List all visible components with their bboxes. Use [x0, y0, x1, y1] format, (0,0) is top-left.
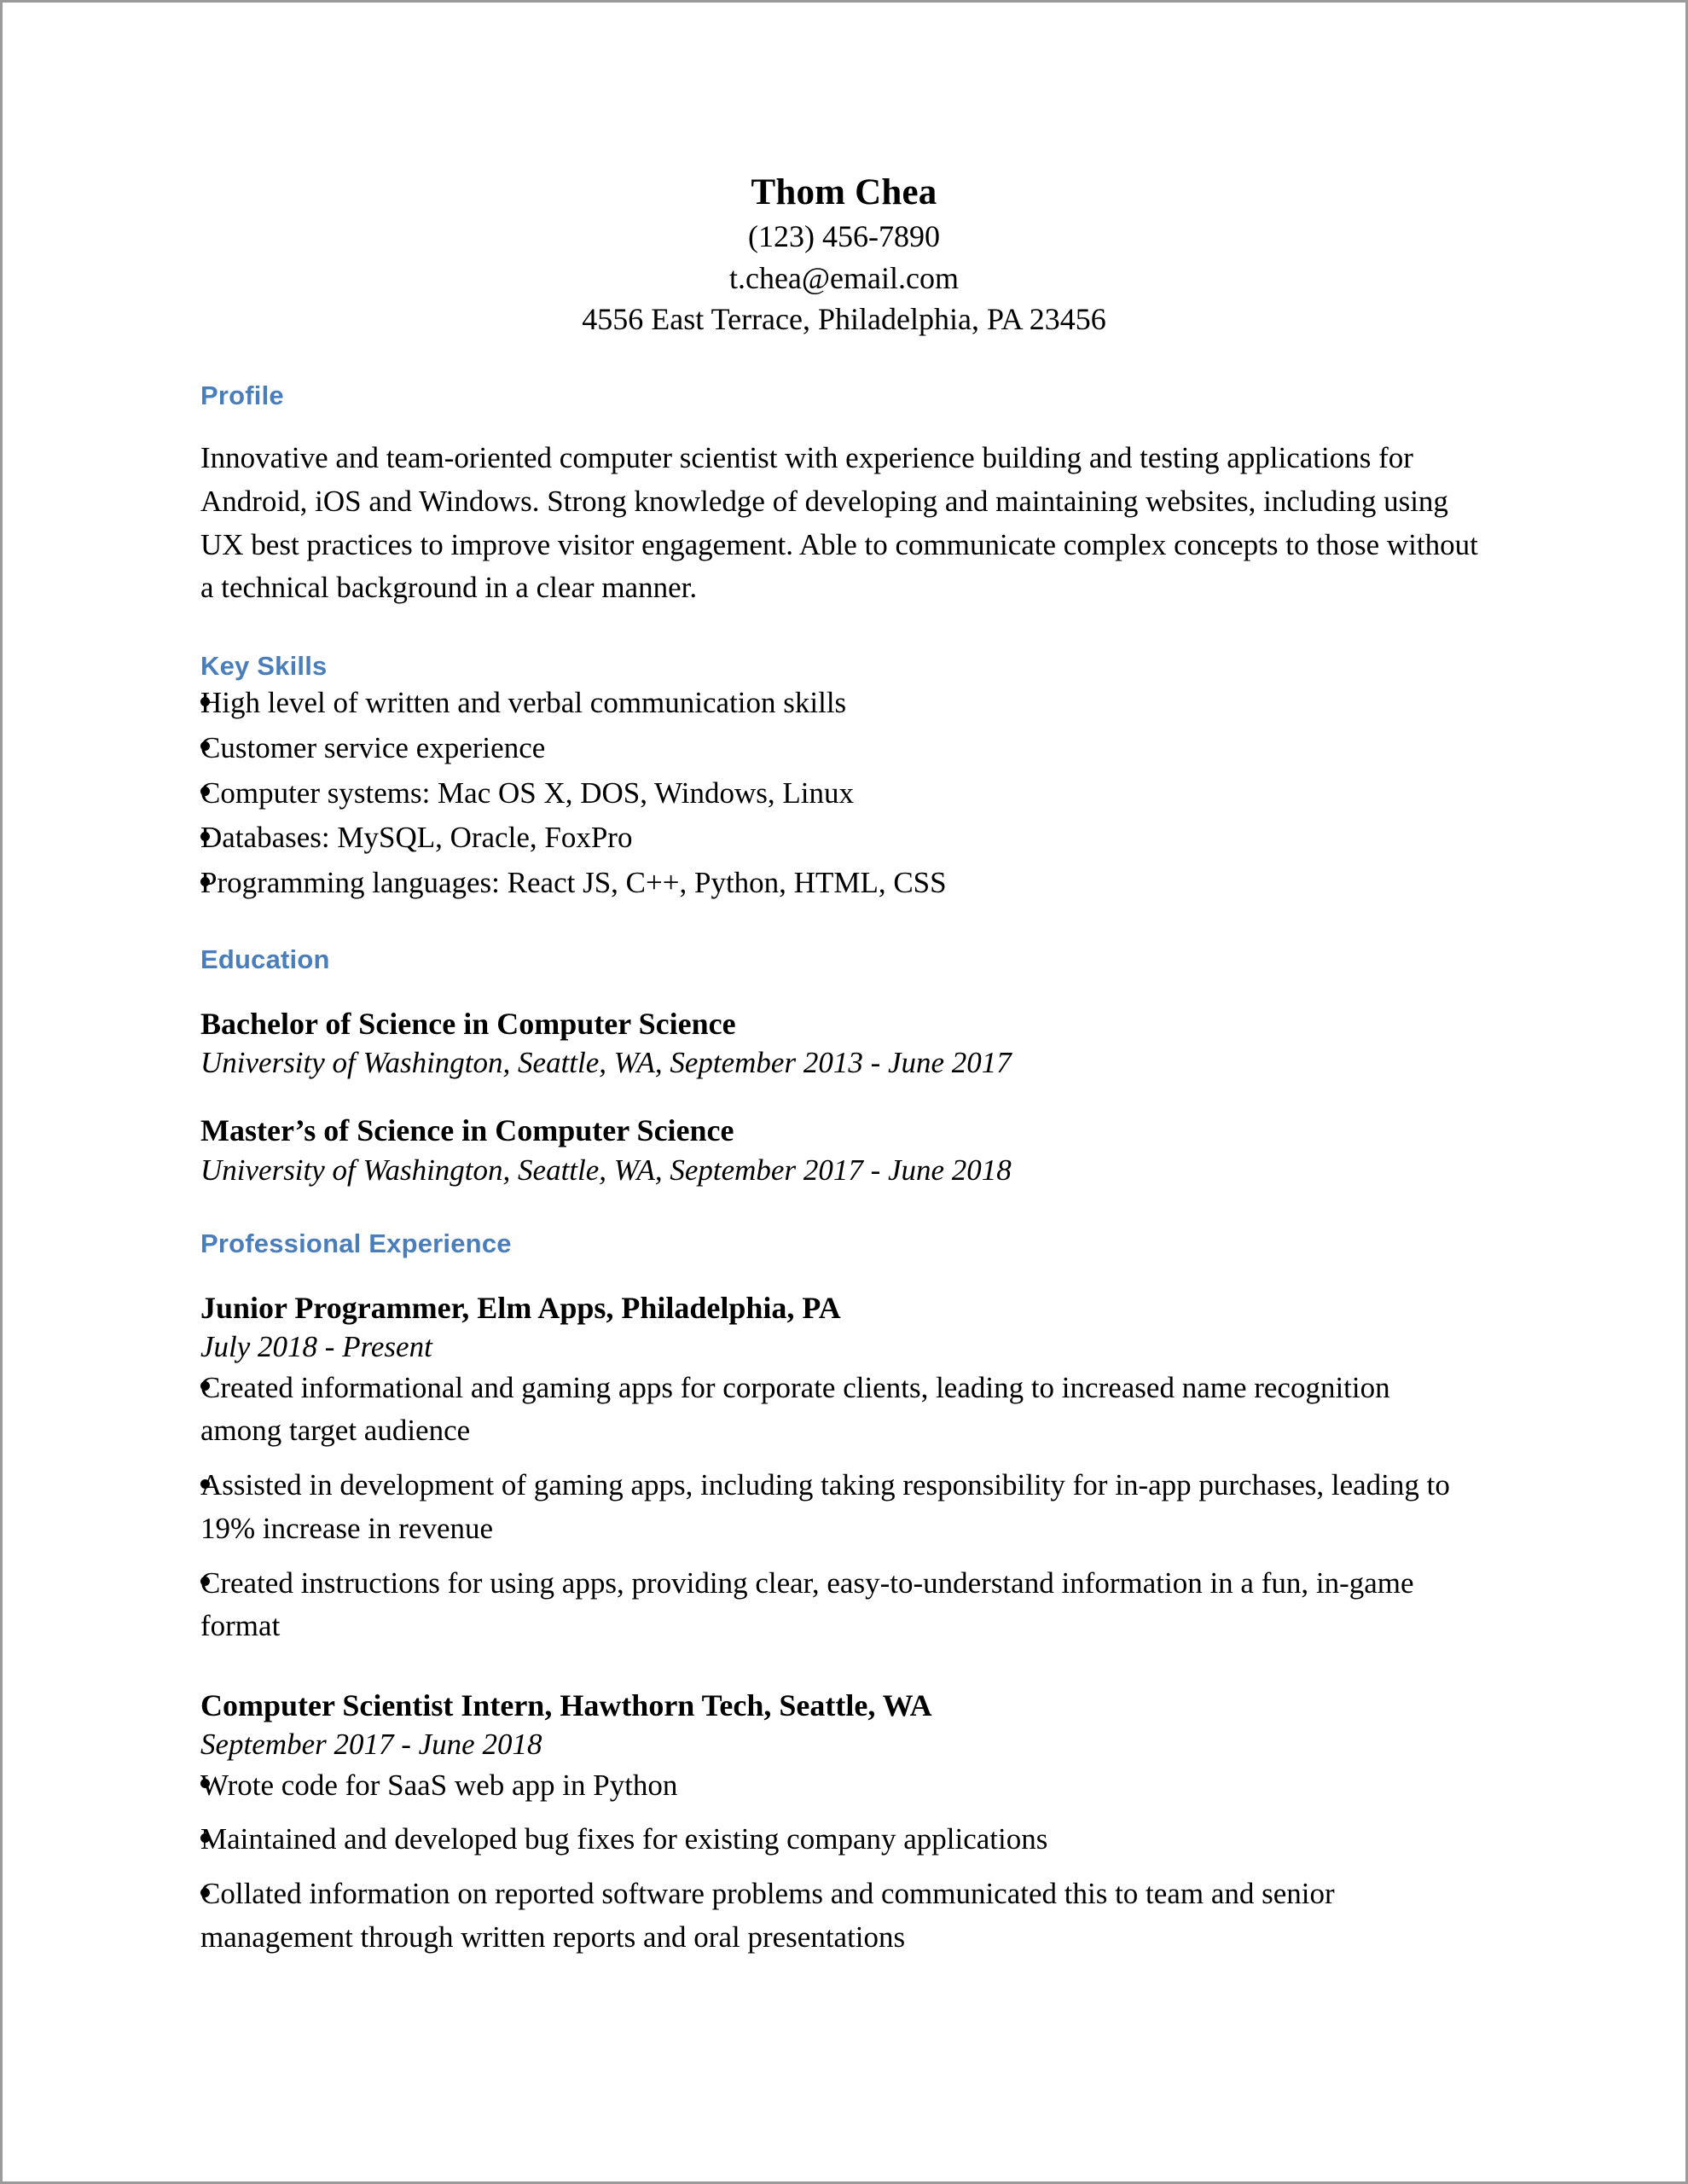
- key-skill-item: Programming languages: React JS, C++, Py…: [200, 862, 1566, 905]
- experience-bullet: Collated information on reported softwar…: [200, 1873, 1463, 1960]
- section-key-skills: Key Skills High level of written and ver…: [200, 651, 1566, 905]
- section-profile: Profile Innovative and team-oriented com…: [200, 380, 1566, 610]
- candidate-email: t.chea@email.com: [728, 260, 960, 295]
- key-skill-item-text: Customer service experience: [200, 730, 546, 764]
- experience-bullet-text: Maintained and developed bug fixes for e…: [200, 1822, 1048, 1856]
- experience-bullet-list: Created informational and gaming apps fo…: [200, 1367, 1566, 1649]
- key-skill-item: Customer service experience: [200, 727, 1566, 770]
- key-skill-item-text: Databases: MySQL, Oracle, FoxPro: [200, 821, 633, 855]
- education-entry: Master’s of Science in Computer Science U…: [200, 1111, 1566, 1189]
- key-skill-item: High level of written and verbal communi…: [200, 682, 1566, 725]
- experience-bullet-text: Collated information on reported softwar…: [200, 1877, 1335, 1954]
- section-professional-experience: Professional Experience Junior Programme…: [200, 1228, 1566, 1960]
- experience-bullet: Assisted in development of gaming apps, …: [200, 1464, 1463, 1551]
- key-skill-item: Databases: MySQL, Oracle, FoxPro: [200, 816, 1566, 860]
- experience-bullet: Created informational and gaming apps fo…: [200, 1367, 1463, 1454]
- experience-entry: Junior Programmer, Elm Apps, Philadelphi…: [200, 1288, 1566, 1648]
- experience-title: Computer Scientist Intern, Hawthorn Tech…: [200, 1688, 932, 1723]
- education-institution: University of Washington, Seattle, WA, S…: [200, 1153, 1012, 1187]
- key-skill-item-text: High level of written and verbal communi…: [200, 686, 847, 720]
- resume-page: Thom Chea (123) 456-7890 t.chea@email.co…: [0, 0, 1688, 2184]
- experience-bullet-text: Created informational and gaming apps fo…: [200, 1370, 1390, 1448]
- experience-bullet: Maintained and developed bug fixes for e…: [200, 1818, 1463, 1862]
- experience-dates: September 2017 - June 2018: [200, 1728, 542, 1762]
- candidate-name: Thom Chea: [751, 172, 937, 212]
- experience-entries: Junior Programmer, Elm Apps, Philadelphi…: [200, 1288, 1566, 1960]
- resume-content: Thom Chea (123) 456-7890 t.chea@email.co…: [3, 3, 1685, 2181]
- key-skill-item-text: Programming languages: React JS, C++, Py…: [200, 866, 947, 900]
- bullet-dot-icon: [200, 831, 210, 841]
- experience-bullet-text: Assisted in development of gaming apps, …: [200, 1468, 1450, 1545]
- bullet-dot-icon: [200, 1833, 210, 1843]
- section-heading-profile: Profile: [200, 380, 284, 411]
- education-institution: University of Washington, Seattle, WA, S…: [200, 1045, 1012, 1079]
- section-heading-education: Education: [200, 944, 330, 974]
- bullet-dot-icon: [200, 1478, 210, 1489]
- bullet-dot-icon: [200, 696, 210, 706]
- candidate-address: 4556 East Terrace, Philadelphia, PA 2345…: [582, 301, 1106, 336]
- candidate-phone: (123) 456-7890: [748, 219, 940, 254]
- experience-bullet-list: Wrote code for SaaS web app in Python Mai…: [200, 1764, 1566, 1960]
- experience-bullet: Wrote code for SaaS web app in Python: [200, 1764, 1463, 1808]
- experience-bullet-text: Wrote code for SaaS web app in Python: [200, 1768, 678, 1802]
- profile-paragraph: Innovative and team-oriented computer sc…: [200, 441, 1478, 605]
- experience-title: Junior Programmer, Elm Apps, Philadelphi…: [200, 1291, 841, 1326]
- key-skills-list: High level of written and verbal communi…: [200, 682, 1566, 905]
- section-education: Education Bachelor of Science in Compute…: [200, 944, 1566, 1189]
- experience-bullet: Created instructions for using apps, pro…: [200, 1562, 1463, 1649]
- experience-dates: July 2018 - Present: [200, 1330, 432, 1364]
- experience-entry: Computer Scientist Intern, Hawthorn Tech…: [200, 1686, 1566, 1960]
- education-degree: Master’s of Science in Computer Science: [200, 1113, 734, 1148]
- education-entry: Bachelor of Science in Computer Science U…: [200, 1004, 1566, 1083]
- key-skill-item: Computer systems: Mac OS X, DOS, Windows…: [200, 772, 1566, 816]
- bullet-dot-icon: [200, 1887, 210, 1897]
- education-entries: Bachelor of Science in Computer Science U…: [200, 1004, 1566, 1189]
- resume-header: Thom Chea (123) 456-7890 t.chea@email.co…: [200, 3, 1566, 340]
- bullet-dot-icon: [200, 876, 210, 886]
- section-heading-professional-experience: Professional Experience: [200, 1228, 512, 1259]
- experience-bullet-text: Created instructions for using apps, pro…: [200, 1565, 1414, 1643]
- key-skill-item-text: Computer systems: Mac OS X, DOS, Windows…: [200, 775, 855, 810]
- section-heading-key-skills: Key Skills: [200, 651, 328, 682]
- education-degree: Bachelor of Science in Computer Science: [200, 1006, 736, 1041]
